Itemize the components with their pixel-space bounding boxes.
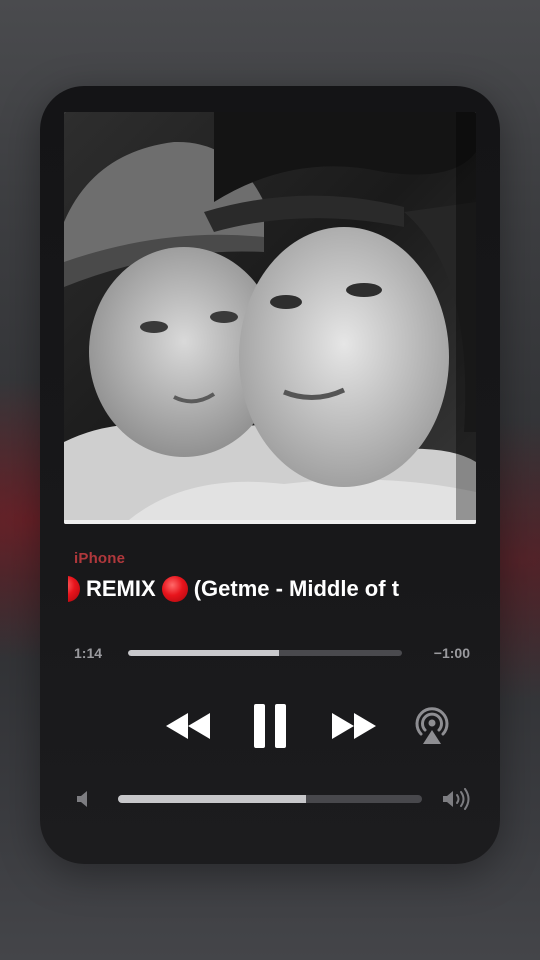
pause-icon [254,704,286,748]
red-circle-emoji-icon [68,576,80,602]
volume-slider[interactable] [118,795,422,803]
transport-controls [40,696,500,756]
fast-forward-button[interactable] [324,696,384,756]
red-circle-emoji-icon [161,576,188,602]
playback-source-label: iPhone [74,550,126,567]
track-title-marquee: REMIX (Getme - Middle of t [68,572,468,606]
artwork-border [64,520,476,524]
track-title-tail: (Getme - Middle of t [193,576,400,601]
progress-fill [128,650,279,656]
pause-button[interactable] [242,696,298,756]
track-title: REMIX (Getme - Middle of t [68,572,399,606]
album-artwork[interactable] [64,112,476,524]
airplay-button[interactable] [410,696,454,756]
album-artwork-photo [64,112,476,524]
elapsed-time: 1:14 [74,645,103,661]
rewind-button[interactable] [158,696,218,756]
now-playing-card: iPhone REMIX (Getme - Middle of t 1:14 −… [40,86,500,864]
remaining-time: −1:00 [433,645,470,661]
volume-control [76,786,472,812]
track-title-text: REMIX [86,576,156,601]
airplay-audio-icon [415,707,449,744]
progress-scrubber[interactable] [128,650,402,656]
speaker-low-icon [76,786,92,812]
playback-progress: 1:14 −1:00 [74,642,470,664]
fast-forward-icon [332,713,376,739]
speaker-high-icon [442,786,472,812]
rewind-icon [166,713,210,739]
volume-fill [118,795,307,803]
